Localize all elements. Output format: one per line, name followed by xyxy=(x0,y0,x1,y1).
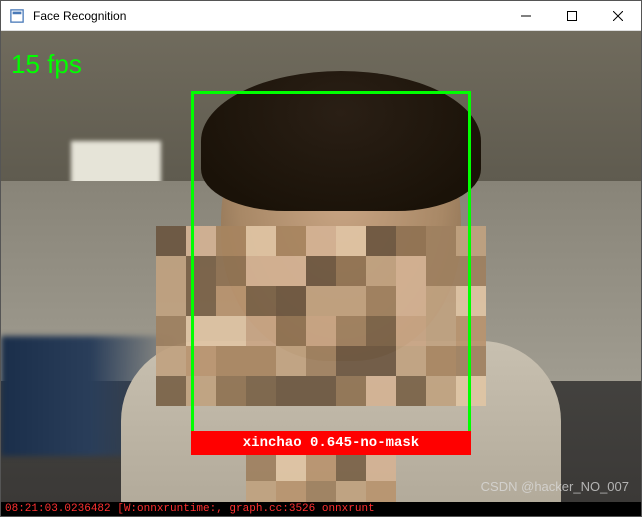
minimize-button[interactable] xyxy=(503,1,549,30)
window-controls xyxy=(503,1,641,30)
close-button[interactable] xyxy=(595,1,641,30)
window-title: Face Recognition xyxy=(33,9,503,23)
maximize-button[interactable] xyxy=(549,1,595,30)
detection-bounding-box: xinchao 0.645-no-mask xyxy=(191,91,471,431)
titlebar: Face Recognition xyxy=(1,1,641,31)
console-log-line: 08:21:03.0236482 [W:onnxruntime:, graph.… xyxy=(1,502,641,516)
app-window: Face Recognition xyxy=(0,0,642,517)
camera-viewport: xinchao 0.645-no-mask 15 fps CSDN @hacke… xyxy=(1,31,641,516)
watermark-text: CSDN @hacker_NO_007 xyxy=(481,479,629,494)
fps-counter: 15 fps xyxy=(11,49,82,80)
detection-label: xinchao 0.645-no-mask xyxy=(191,431,471,455)
app-icon xyxy=(9,8,25,24)
camera-frame: xinchao 0.645-no-mask 15 fps CSDN @hacke… xyxy=(1,31,641,516)
